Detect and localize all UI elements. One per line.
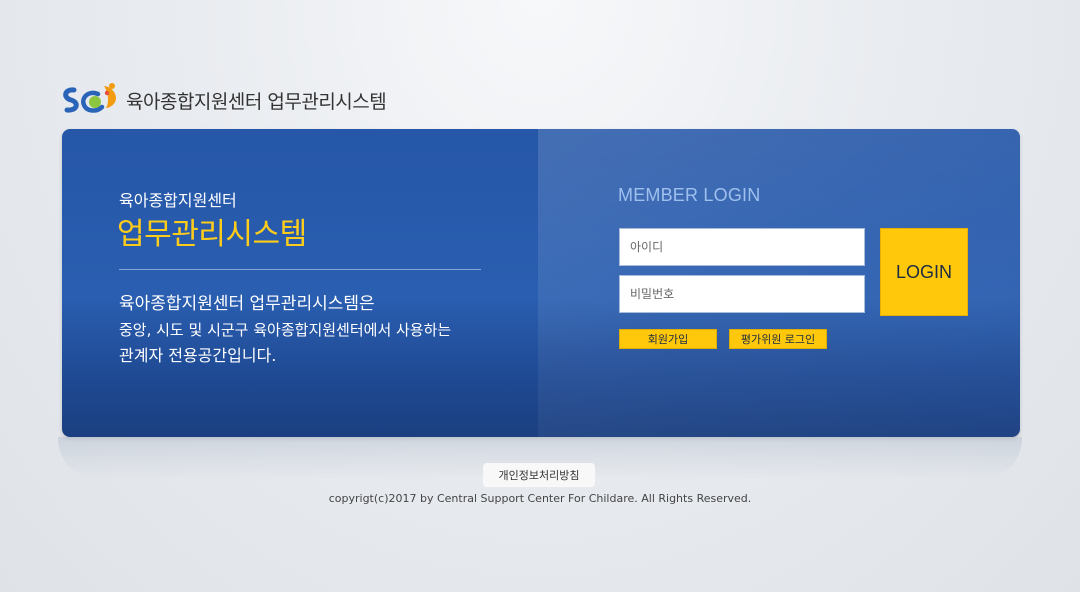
intro-section: 육아종합지원센터 업무관리시스템 육아종합지원센터 업무관리시스템은 중앙, 시… — [62, 129, 538, 437]
login-panel: 육아종합지원센터 업무관리시스템 육아종합지원센터 업무관리시스템은 중앙, 시… — [62, 129, 1020, 437]
evaluator-login-button[interactable]: 평가위원 로그인 — [729, 329, 827, 349]
intro-subtitle: 육아종합지원센터 — [119, 191, 237, 210]
signup-button[interactable]: 회원가입 — [619, 329, 717, 349]
intro-description: 육아종합지원센터 업무관리시스템은 중앙, 시도 및 시군구 육아종합지원센터에… — [119, 291, 451, 369]
password-input[interactable] — [619, 275, 865, 313]
intro-desc-line-3: 관계자 전용공간입니다. — [119, 346, 277, 365]
intro-desc-line-1: 육아종합지원센터 업무관리시스템은 — [119, 294, 375, 314]
privacy-policy-link[interactable]: 개인정보처리방침 — [483, 463, 595, 487]
login-section: MEMBER LOGIN LOGIN 회원가입 평가위원 로그인 — [538, 129, 1020, 437]
user-id-input[interactable] — [619, 228, 865, 266]
site-header: 육아종합지원센터 업무관리시스템 — [60, 80, 387, 120]
copyright-text: copyrigt(c)2017 by Central Support Cente… — [328, 492, 752, 505]
intro-desc-line-2: 중앙, 시도 및 시군구 육아종합지원센터에서 사용하는 — [119, 321, 452, 339]
intro-title: 업무관리시스템 — [117, 217, 307, 252]
site-title: 육아종합지원센터 업무관리시스템 — [126, 90, 387, 113]
login-button[interactable]: LOGIN — [880, 228, 968, 316]
intro-divider — [119, 269, 481, 270]
member-login-title: MEMBER LOGIN — [618, 185, 761, 205]
sc-logo-icon[interactable] — [60, 80, 122, 120]
